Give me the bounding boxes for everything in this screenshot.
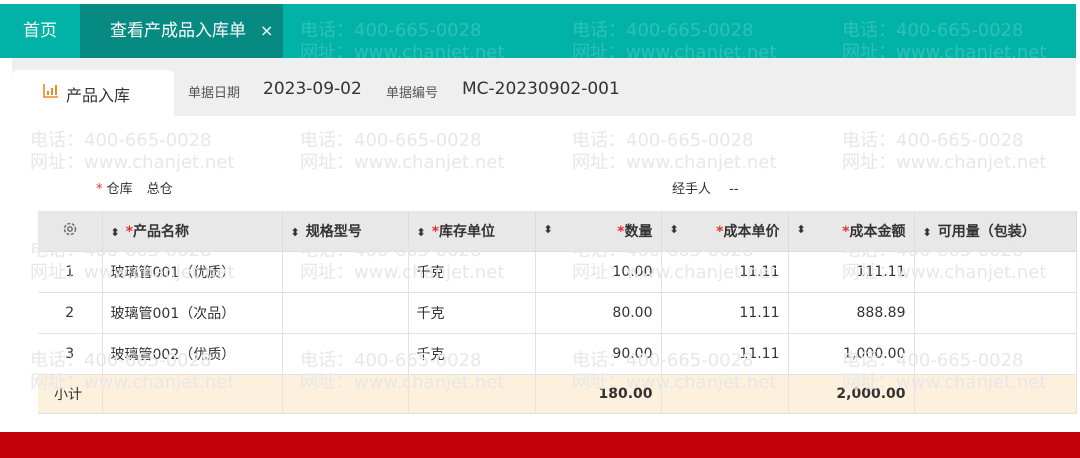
amount-cell[interactable]: 1,000.00 (788, 333, 915, 375)
subtotal-row: 小计 180.00 2,000.00 (38, 374, 1077, 414)
doc-type-label: 产品入库 (66, 86, 131, 105)
available-cell (914, 251, 1077, 293)
sort-icon[interactable]: ⬍ (670, 223, 679, 236)
product-table: ⬍ *产品名称 ⬍ 规格型号 ⬍ *库存单位 ⬍ *数量 ⬍ *成本单价 ⬍ *成本金额 (38, 211, 1077, 414)
table-row[interactable]: 1 玻璃管001（优质） 千克 10.00 11.11 111.11 (38, 251, 1077, 293)
handler-value: -- (729, 182, 739, 197)
required-mark: * (96, 182, 103, 197)
row-index: 3 (38, 333, 103, 375)
spec-cell[interactable] (282, 251, 409, 293)
bottom-banner (0, 432, 1080, 458)
amount-cell[interactable]: 111.11 (788, 251, 915, 293)
sort-icon[interactable]: ⬍ (923, 226, 932, 239)
header-product-name[interactable]: ⬍ *产品名称 (102, 211, 283, 252)
unit-cell[interactable]: 千克 (408, 333, 536, 375)
sort-icon[interactable]: ⬍ (417, 226, 426, 239)
column-settings-header[interactable] (38, 211, 103, 252)
header-quantity[interactable]: ⬍ *数量 (535, 211, 662, 252)
row-index: 2 (38, 292, 103, 334)
table-row[interactable]: 2 玻璃管001（次品） 千克 80.00 11.11 888.89 (38, 292, 1077, 334)
available-cell (914, 333, 1077, 375)
tab-view-finished-goods-receipt[interactable]: 查看产成品入库单 × (80, 4, 283, 58)
watermark: 电话：400-665-0028网址：www.chanjet.net (30, 130, 235, 173)
doc-type-tab[interactable]: 产品入库 (12, 70, 174, 116)
handler-label: 经手人 (672, 182, 712, 197)
watermark: 电话：400-665-0028网址：www.chanjet.net (300, 130, 505, 173)
product-name-cell[interactable]: 玻璃管001（优质） (102, 251, 283, 293)
close-icon[interactable]: × (260, 4, 273, 58)
sort-icon[interactable]: ⬍ (111, 226, 120, 239)
unit-cost-cell[interactable]: 11.11 (661, 251, 789, 293)
header-amount[interactable]: ⬍ *成本金额 (788, 211, 915, 252)
amount-cell[interactable]: 888.89 (788, 292, 915, 334)
number-label: 单据编号 (386, 86, 439, 101)
subtotal-amount: 2,000.00 (788, 374, 915, 414)
product-name-cell[interactable]: 玻璃管002（优质） (102, 333, 283, 375)
spec-cell[interactable] (282, 292, 409, 334)
header-available[interactable]: ⬍ 可用量（包装） (914, 211, 1077, 252)
sort-icon[interactable]: ⬍ (797, 223, 806, 236)
sort-icon[interactable]: ⬍ (291, 226, 300, 239)
top-nav-bar: 首页 查看产成品入库单 × (0, 4, 1076, 58)
warehouse-value: 总仓 (146, 182, 173, 197)
date-label: 单据日期 (188, 86, 241, 101)
handler-field[interactable]: 经手人 -- (672, 178, 739, 197)
watermark: 电话：400-665-0028网址：www.chanjet.net (572, 130, 777, 173)
date-value: 2023-09-02 (263, 79, 362, 99)
tab-home[interactable]: 首页 (0, 4, 80, 58)
spec-cell[interactable] (282, 333, 409, 375)
unit-cell[interactable]: 千克 (408, 251, 536, 293)
warehouse-field[interactable]: * 仓库 总仓 (96, 178, 173, 197)
table-header-row: ⬍ *产品名称 ⬍ 规格型号 ⬍ *库存单位 ⬍ *数量 ⬍ *成本单价 ⬍ *成本金额 (38, 211, 1077, 252)
header-unit[interactable]: ⬍ *库存单位 (408, 211, 536, 252)
bar-chart-icon (43, 84, 58, 98)
subtotal-quantity: 180.00 (535, 374, 662, 414)
table-row[interactable]: 3 玻璃管002（优质） 千克 90.00 11.11 1,000.00 (38, 333, 1077, 375)
row-index: 1 (38, 251, 103, 293)
warehouse-label: 仓库 (106, 182, 133, 197)
number-value: MC-20230902-001 (462, 79, 620, 99)
available-cell (914, 292, 1077, 334)
quantity-cell[interactable]: 80.00 (535, 292, 662, 334)
quantity-cell[interactable]: 10.00 (535, 251, 662, 293)
sort-icon[interactable]: ⬍ (544, 223, 553, 236)
product-name-cell[interactable]: 玻璃管001（次品） (102, 292, 283, 334)
tab-label: 查看产成品入库单 (110, 21, 246, 41)
subtotal-label: 小计 (38, 374, 103, 414)
unit-cell[interactable]: 千克 (408, 292, 536, 334)
quantity-cell[interactable]: 90.00 (535, 333, 662, 375)
unit-cost-cell[interactable]: 11.11 (661, 292, 789, 334)
gear-icon[interactable] (62, 221, 78, 237)
header-spec[interactable]: ⬍ 规格型号 (282, 211, 409, 252)
document-header: 产品入库 单据日期 2023-09-02 单据编号 MC-20230902-00… (12, 58, 1076, 116)
unit-cost-cell[interactable]: 11.11 (661, 333, 789, 375)
watermark: 电话：400-665-0028网址：www.chanjet.net (842, 130, 1047, 173)
header-unit-cost[interactable]: ⬍ *成本单价 (661, 211, 789, 252)
document-panel: 产品入库 单据日期 2023-09-02 单据编号 MC-20230902-00… (12, 58, 1077, 423)
